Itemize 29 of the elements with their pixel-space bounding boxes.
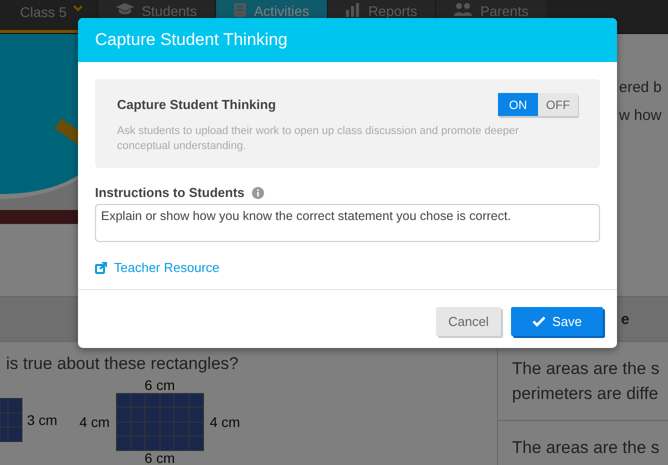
intro-text: w how <box>619 106 663 126</box>
answer-option[interactable]: The areas are the s <box>498 421 668 465</box>
dimension-label: 3 cm <box>27 412 58 428</box>
instructions-field[interactable]: Explain or show how you know the correct statement you chose is correct. <box>95 204 600 242</box>
field-label: Instructions to Students <box>95 185 244 200</box>
cancel-button[interactable]: Cancel <box>436 306 501 336</box>
graduation-cap-icon <box>116 3 134 15</box>
setting-description: Ask students to upload their work to open up class discussion and promote deeper conceptual understanding. <box>117 124 520 154</box>
toggle-option[interactable]: ON <box>498 93 538 116</box>
book-icon <box>234 3 246 17</box>
save-button[interactable]: Save <box>511 306 603 336</box>
teacher-resource-link[interactable]: Teacher Resource <box>95 260 220 275</box>
dimension-label: 6 cm <box>144 451 175 465</box>
toggle-option[interactable]: OFF <box>538 93 578 116</box>
bar-chart-icon <box>346 3 360 17</box>
question-text: is true about these rectangles? <box>6 354 240 374</box>
chevron-down-icon <box>72 4 83 12</box>
dimension-label: 6 cm <box>144 378 175 393</box>
people-icon <box>454 3 472 16</box>
setting-title: Capture Student Thinking <box>117 97 276 112</box>
modal-title: Capture Student Thinking <box>95 30 288 49</box>
dimension-label: 4 cm <box>79 414 110 430</box>
checkmark-icon <box>532 316 546 326</box>
column-heading: e <box>621 310 630 328</box>
info-icon[interactable] <box>252 186 264 198</box>
external-link-icon <box>95 262 107 274</box>
dimension-label: 4 cm <box>210 414 240 430</box>
intro-text: ered b <box>619 78 663 98</box>
grid-rectangle-drawing <box>0 398 23 442</box>
